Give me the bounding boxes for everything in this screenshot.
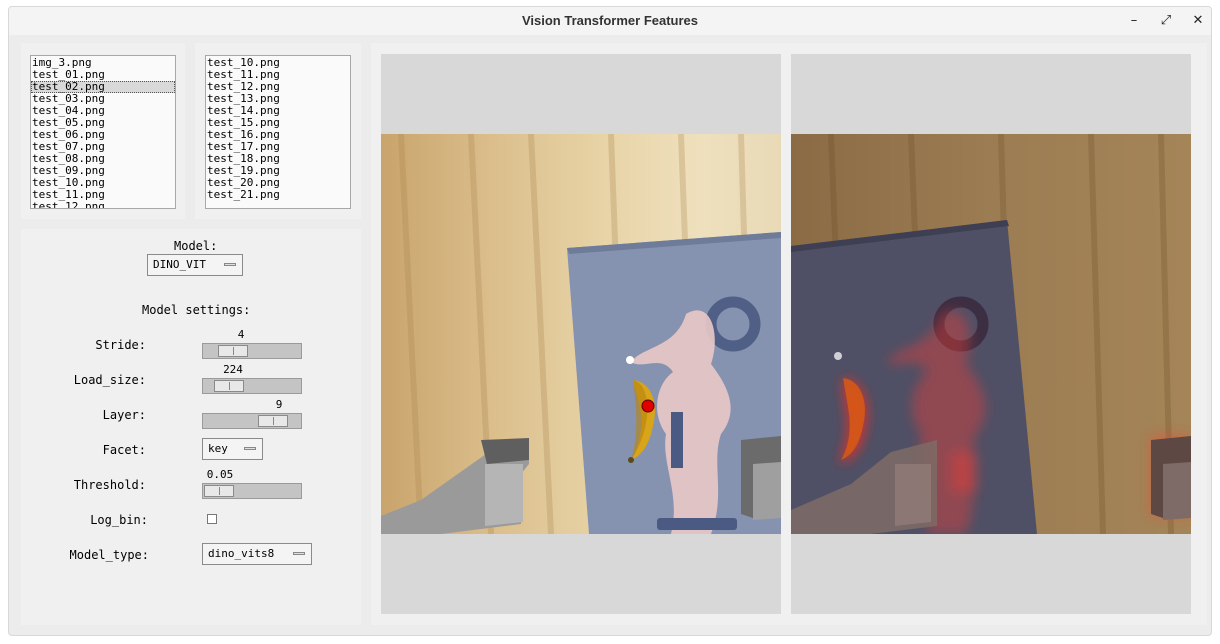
dropdown-indicator-icon [293, 552, 305, 555]
query-point-marker [641, 399, 655, 413]
layer-slider-thumb[interactable] [258, 415, 288, 427]
load-size-label: Load_size: [73, 373, 146, 387]
model-value: DINO_VIT [153, 258, 206, 271]
stride-slider-thumb[interactable] [218, 345, 248, 357]
file-listbox-right[interactable]: test_10.png test_11.png test_12.png test_13… [205, 55, 351, 209]
facet-dropdown[interactable]: key [202, 438, 263, 460]
layer-value: 9 [275, 398, 283, 411]
file-listbox-left[interactable]: img_3.png test_01.png test_02.png test_03.p… [30, 55, 176, 209]
close-icon[interactable]: ✕ [1189, 12, 1207, 30]
file-list-panel-right: test_10.png test_11.png test_12.png test_13… [195, 43, 361, 219]
layer-slider[interactable] [202, 413, 302, 429]
model-type-label: Model_type: [69, 548, 149, 562]
dropdown-indicator-icon [224, 263, 236, 266]
model-type-dropdown[interactable]: dino_vits8 [202, 543, 312, 565]
image-area [371, 43, 1207, 625]
layer-label: Layer: [102, 408, 146, 422]
file-list-right-item[interactable]: test_21.png [206, 189, 350, 201]
controls-panel: Model: DINO_VIT Model settings: Stride: … [21, 229, 361, 625]
threshold-value: 0.05 [206, 468, 234, 481]
model-label: Model: [174, 239, 218, 253]
log-bin-checkbox[interactable] [207, 514, 217, 524]
source-image-canvas[interactable] [381, 54, 781, 614]
dropdown-indicator-icon [244, 447, 256, 450]
stride-value: 4 [237, 328, 245, 341]
model-type-value: dino_vits8 [208, 547, 275, 560]
file-list-panel-left: img_3.png test_01.png test_02.png test_03.p… [21, 43, 185, 219]
threshold-slider[interactable] [202, 483, 302, 499]
facet-value: key [208, 442, 228, 455]
feature-heatmap-canvas[interactable] [791, 54, 1191, 614]
file-list-left-item[interactable]: test_12.png [31, 201, 175, 209]
load-size-value: 224 [223, 363, 243, 376]
minimize-icon[interactable]: – [1125, 12, 1143, 30]
load-size-slider-thumb[interactable] [214, 380, 244, 392]
stride-slider[interactable] [202, 343, 302, 359]
window-title: Vision Transformer Features [521, 13, 699, 28]
model-settings-label: Model settings: [142, 303, 251, 317]
model-dropdown[interactable]: DINO_VIT [147, 254, 243, 276]
title-bar[interactable]: Vision Transformer Features – ⤢ ✕ [9, 7, 1211, 35]
feature-heatmap-image [791, 134, 1191, 534]
threshold-label: Threshold: [73, 478, 146, 492]
source-image [381, 134, 781, 534]
maximize-icon[interactable]: ⤢ [1157, 12, 1175, 30]
load-size-slider[interactable] [202, 378, 302, 394]
log-bin-label: Log_bin: [90, 513, 148, 527]
app-window: Vision Transformer Features – ⤢ ✕ img_3.… [8, 6, 1212, 636]
facet-label: Facet: [102, 443, 146, 457]
threshold-slider-thumb[interactable] [204, 485, 234, 497]
stride-label: Stride: [95, 338, 146, 352]
